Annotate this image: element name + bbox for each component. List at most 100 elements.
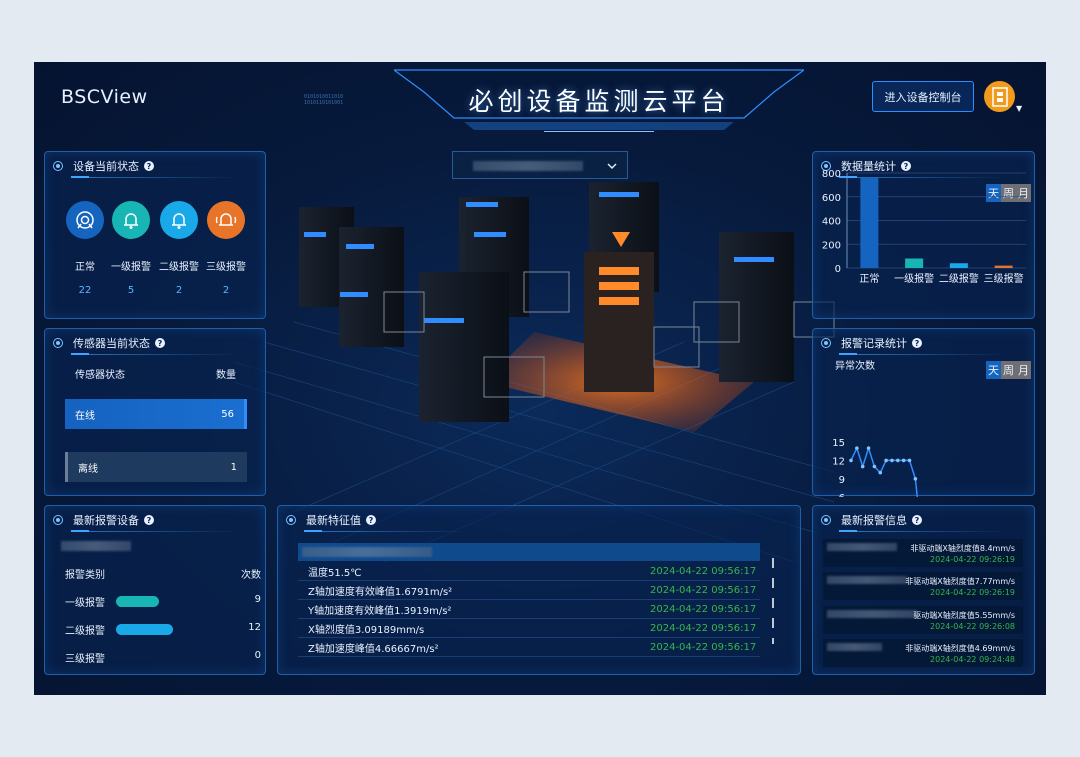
y-tick-label: 800: [822, 169, 841, 180]
y-tick-label: 6: [839, 493, 845, 497]
alarm-count-value: 9: [254, 594, 261, 605]
user-avatar[interactable]: [984, 81, 1015, 112]
feature-label: Z轴加速度峰值4.66667m/s²: [308, 643, 439, 655]
device-select[interactable]: [452, 151, 628, 179]
alarm-count-bar: [116, 596, 159, 607]
alarm-info-item[interactable]: 驱动端X轴烈度值5.55mm/s 2024-04-22 09:26:08: [823, 606, 1023, 634]
series-line: [850, 445, 919, 497]
alarm-count-value: 12: [248, 622, 261, 633]
title-banner: 必创设备监测云平台: [394, 62, 804, 132]
chevron-down-icon: [607, 163, 617, 169]
data-point: [907, 458, 912, 463]
panel-dot-icon: [821, 515, 831, 525]
feature-time: 2024-04-22 09:56:17: [650, 603, 757, 615]
bar: [949, 263, 968, 268]
data-point: [860, 464, 865, 469]
data-point: [890, 458, 894, 463]
feature-label: 温度51.5℃: [308, 567, 362, 579]
feature-time: 2024-04-22 09:56:17: [650, 641, 757, 653]
help-icon[interactable]: ?: [366, 515, 376, 525]
scrollbar[interactable]: [772, 558, 774, 644]
sensor-row-offline[interactable]: 离线 1: [65, 452, 247, 482]
status-label: 一级报警: [111, 262, 151, 273]
x-tick-label: 正常: [859, 272, 879, 285]
panel-dot-icon: [286, 515, 296, 525]
alarm-info-item[interactable]: 非驱动端X轴烈度值4.69mm/s 2024-04-22 09:24:48: [823, 639, 1023, 667]
alarm-type-label: 二级报警: [65, 626, 105, 637]
alarm-info-message: 驱动端X轴烈度值5.55mm/s: [913, 611, 1015, 620]
feature-time: 2024-04-22 09:56:17: [650, 584, 757, 596]
y-tick-label: 200: [822, 240, 841, 251]
bar: [994, 265, 1013, 268]
alarm-record-line-chart: 0369121500:0005:0010:0015:0020:00: [832, 438, 919, 497]
alarm-type-label: 一级报警: [65, 598, 105, 609]
dashboard-frame: BSCView 0101010011010 1010110101001 必创设备监…: [34, 62, 1046, 695]
bar: [905, 258, 924, 268]
latest-alarm-info-panel: 最新报警信息? 非驱动端X轴烈度值8.4mm/s 2024-04-22 09:2…: [812, 505, 1035, 675]
alarm-device-row: 一级报警 9: [65, 594, 261, 609]
sensor-row-label: 离线: [78, 463, 98, 475]
feature-label: X轴烈度值3.09189mm/s: [308, 624, 425, 636]
status-label: 三级报警: [206, 262, 246, 273]
alarm-info-time: 2024-04-22 09:24:48: [930, 655, 1015, 664]
x-tick-label: 一级报警: [894, 272, 934, 285]
feature-row: X轴烈度值3.09189mm/s 2024-04-22 09:56:17: [298, 619, 760, 638]
latest-alarm-devices-panel: 最新报警设备? 报警类别 次数 一级报警 9 二级报警 12 三级报警 0: [44, 505, 266, 675]
panel-title: 最新报警设备: [73, 514, 139, 527]
alarm-level3-bell-icon: [207, 201, 245, 239]
sensor-status-header: 传感器状态: [75, 370, 125, 381]
data-point: [878, 470, 883, 475]
help-icon[interactable]: ?: [912, 515, 922, 525]
feature-device-header: [298, 543, 760, 561]
alarm-info-message: 非驱动端X轴烈度值7.77mm/s: [905, 577, 1015, 586]
data-point: [901, 458, 906, 463]
alarm-devices-header: 报警类别 次数: [65, 566, 261, 581]
data-point: [884, 458, 888, 463]
alarm-info-item[interactable]: 非驱动端X轴烈度值7.77mm/s 2024-04-22 09:26:19: [823, 572, 1023, 600]
feature-row: 温度51.5℃ 2024-04-22 09:56:17: [298, 562, 760, 581]
status-count: 5: [127, 285, 135, 296]
data-point: [896, 458, 900, 463]
alarm-info-item[interactable]: 非驱动端X轴烈度值8.4mm/s 2024-04-22 09:26:19: [823, 539, 1023, 567]
device-status-panel: 设备当前状态? 正常 一级报警 二级报警 三级报警 22 5 2 2: [44, 151, 266, 319]
latest-features-panel: 最新特征值? 温度51.5℃ 2024-04-22 09:56:17 Z轴加速度有…: [277, 505, 801, 675]
status-normal-icon: [66, 201, 104, 239]
sensor-row-label: 在线: [75, 410, 95, 422]
feature-row: Z轴加速度有效峰值1.6791m/s² 2024-04-22 09:56:17: [298, 581, 760, 600]
y-tick-label: 600: [822, 193, 841, 204]
help-icon[interactable]: ?: [144, 515, 154, 525]
brand-logo-text: BSCView: [61, 86, 148, 108]
alarm-type-header: 报警类别: [65, 570, 105, 581]
alarm-count-header: 次数: [241, 570, 261, 581]
alarm-level1-bell-icon: [112, 201, 150, 239]
panel-title: 设备当前状态: [73, 160, 139, 173]
status-count: 2: [175, 285, 183, 296]
sensor-row-count: 1: [230, 461, 237, 473]
panel-title: 传感器当前状态: [73, 337, 150, 350]
y-tick-label: 0: [835, 264, 841, 275]
feature-row: Y轴加速度有效峰值1.3919m/s² 2024-04-22 09:56:17: [298, 600, 760, 619]
redacted-device-name: [61, 541, 131, 551]
y-tick-label: 15: [832, 438, 845, 449]
data-point: [872, 464, 877, 469]
alarm-info-time: 2024-04-22 09:26:19: [930, 555, 1015, 564]
enter-device-console-button[interactable]: 进入设备控制台: [872, 81, 974, 112]
alarm-level2-bell-icon: [160, 201, 198, 239]
x-tick-label: 三级报警: [984, 272, 1024, 285]
caret-down-icon[interactable]: ▼: [1016, 104, 1022, 113]
bar: [860, 177, 879, 268]
feature-time: 2024-04-22 09:56:17: [650, 565, 757, 577]
sensor-row-online[interactable]: 在线 56: [65, 399, 247, 429]
data-stats-bar-chart: 0 200 400 600 800 正常 一级报警 二级报警 三级报警: [822, 169, 1026, 285]
feature-label: Z轴加速度有效峰值1.6791m/s²: [308, 586, 453, 598]
alarm-type-label: 三级报警: [65, 654, 105, 665]
alarm-info-message: 非驱动端X轴烈度值4.69mm/s: [905, 644, 1015, 653]
avatar-pattern-icon: [991, 86, 1008, 107]
data-point: [866, 446, 871, 450]
help-icon[interactable]: ?: [155, 338, 165, 348]
help-icon[interactable]: ?: [144, 161, 154, 171]
alarm-info-message: 非驱动端X轴烈度值8.4mm/s: [910, 544, 1015, 553]
sensor-count-header: 数量: [216, 370, 236, 381]
sensor-row-count: 56: [221, 408, 234, 420]
data-point: [855, 446, 859, 450]
